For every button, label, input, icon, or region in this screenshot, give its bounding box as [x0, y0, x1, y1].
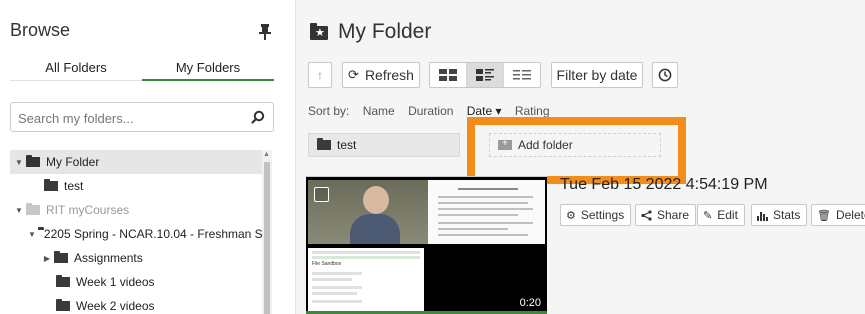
main-panel: ★ My Folder ↑ ⟳ Refresh Filter by date S…: [296, 0, 865, 314]
tree-item-course[interactable]: ▼ 2205 Spring - NCAR.10.04 - Freshman Se: [10, 222, 262, 246]
up-button[interactable]: ↑: [308, 62, 332, 88]
add-folder-icon: +: [498, 138, 512, 150]
video-duration: 0:20: [519, 297, 541, 309]
detail-view-button[interactable]: [467, 63, 504, 87]
folder-icon: [44, 179, 58, 191]
list-icon: [513, 70, 531, 80]
refresh-label: Refresh: [364, 67, 414, 83]
tree-item-label: test: [64, 179, 84, 193]
gear-icon: ⚙: [566, 209, 576, 222]
document-frame: [428, 180, 545, 244]
page-title: My Folder: [338, 20, 432, 43]
pin-icon[interactable]: [258, 23, 272, 41]
sort-by-name[interactable]: Name: [363, 104, 395, 118]
tree-item-week-2[interactable]: Week 2 videos: [10, 294, 262, 314]
browse-title: Browse: [10, 20, 71, 40]
tree-item-week-1[interactable]: Week 1 videos: [10, 270, 262, 294]
stats-label: Stats: [773, 208, 801, 222]
thumbnail-top-frame: [308, 180, 545, 244]
folder-icon: [54, 251, 68, 263]
sort-by-duration[interactable]: Duration: [408, 104, 453, 118]
share-label: Share: [657, 208, 690, 222]
video-thumbnail[interactable]: File Sandbox 0:20: [306, 176, 547, 314]
folder-icon: [56, 275, 70, 287]
tree-item-label: RIT myCourses: [46, 203, 130, 217]
subfolder-test[interactable]: test: [308, 133, 460, 157]
tree-item-assignments[interactable]: ▶ Assignments: [10, 246, 262, 270]
sort-label: Sort by:: [308, 104, 350, 118]
folder-icon: [317, 138, 331, 150]
folder-search-box: [10, 102, 274, 132]
tree-item-rit-mycourses[interactable]: ▼ RIT myCourses: [10, 198, 262, 222]
caret-down-icon[interactable]: ▼: [28, 230, 36, 239]
tree-item-label: 2205 Spring - NCAR.10.04 - Freshman Se: [43, 227, 262, 241]
folder-icon: [56, 299, 70, 311]
add-folder-button[interactable]: + Add folder: [489, 133, 661, 157]
tree-item-label: My Folder: [46, 155, 100, 169]
tree-item-label: Week 2 videos: [76, 299, 155, 313]
pencil-icon: ✎: [703, 209, 713, 222]
subfolder-label: test: [337, 138, 357, 152]
select-checkbox[interactable]: [314, 187, 329, 202]
screen-capture-frame: File Sandbox: [308, 248, 424, 314]
add-folder-label: Add folder: [518, 138, 573, 152]
tab-all-folders[interactable]: All Folders: [10, 60, 142, 82]
folder-icon: [26, 203, 40, 215]
detail-list-icon: [476, 69, 494, 81]
settings-button[interactable]: ⚙ Settings: [560, 204, 632, 226]
filter-by-date-button[interactable]: Filter by date: [551, 62, 643, 88]
folder-icon: [26, 155, 40, 167]
sort-bar: Sort by: Name Duration Date ▾ Rating: [308, 104, 560, 118]
folder-search-input[interactable]: [18, 109, 238, 127]
tree-item-label: Week 1 videos: [76, 275, 155, 289]
folder-tree: ▼ My Folder test ▼ RIT myCourses ▼ 2205 …: [10, 150, 272, 314]
caret-right-icon[interactable]: ▶: [42, 254, 52, 263]
share-icon: [641, 209, 652, 221]
edit-label: Edit: [717, 208, 738, 222]
caret-down-icon[interactable]: ▼: [14, 206, 24, 215]
tree-scrollbar[interactable]: ▲: [262, 150, 272, 314]
tree-item-test[interactable]: test: [10, 174, 262, 198]
clock-icon: [658, 68, 672, 82]
refresh-icon: ⟳: [348, 67, 359, 82]
scroll-up-icon[interactable]: ▲: [263, 151, 270, 158]
bar-chart-icon: [757, 211, 768, 221]
tree-item-my-folder[interactable]: ▼ My Folder: [10, 150, 262, 174]
share-button[interactable]: Share: [635, 204, 697, 226]
browse-panel: Browse All Folders My Folders ▼ My Folde…: [0, 0, 296, 314]
active-tab-indicator: [142, 79, 274, 81]
refresh-button[interactable]: ⟳ Refresh: [342, 62, 420, 88]
video-title[interactable]: Tue Feb 15 2022 4:54:19 PM: [560, 176, 768, 194]
clock-button[interactable]: [652, 62, 678, 88]
caret-down-icon[interactable]: ▼: [14, 158, 24, 167]
settings-label: Settings: [580, 208, 625, 222]
thumbnail-title: File Sandbox: [312, 261, 342, 267]
thumbnail-view-button[interactable]: [430, 63, 467, 87]
tree-item-label: Assignments: [74, 251, 143, 265]
search-icon[interactable]: [251, 110, 265, 124]
stats-button[interactable]: Stats: [751, 204, 808, 226]
folder-star-icon: ★: [310, 23, 328, 40]
grid-icon: [439, 69, 457, 81]
sort-by-rating[interactable]: Rating: [515, 104, 550, 118]
delete-button[interactable]: 🗑 Delete: [811, 204, 865, 226]
scrollbar-thumb[interactable]: [264, 162, 270, 314]
sort-by-date[interactable]: Date ▾: [467, 104, 502, 118]
trash-icon: 🗑: [817, 209, 831, 222]
list-view-button[interactable]: [504, 63, 540, 87]
delete-label: Delete: [835, 208, 865, 222]
edit-button[interactable]: ✎ Edit: [697, 204, 745, 226]
view-mode-group: [429, 62, 541, 88]
